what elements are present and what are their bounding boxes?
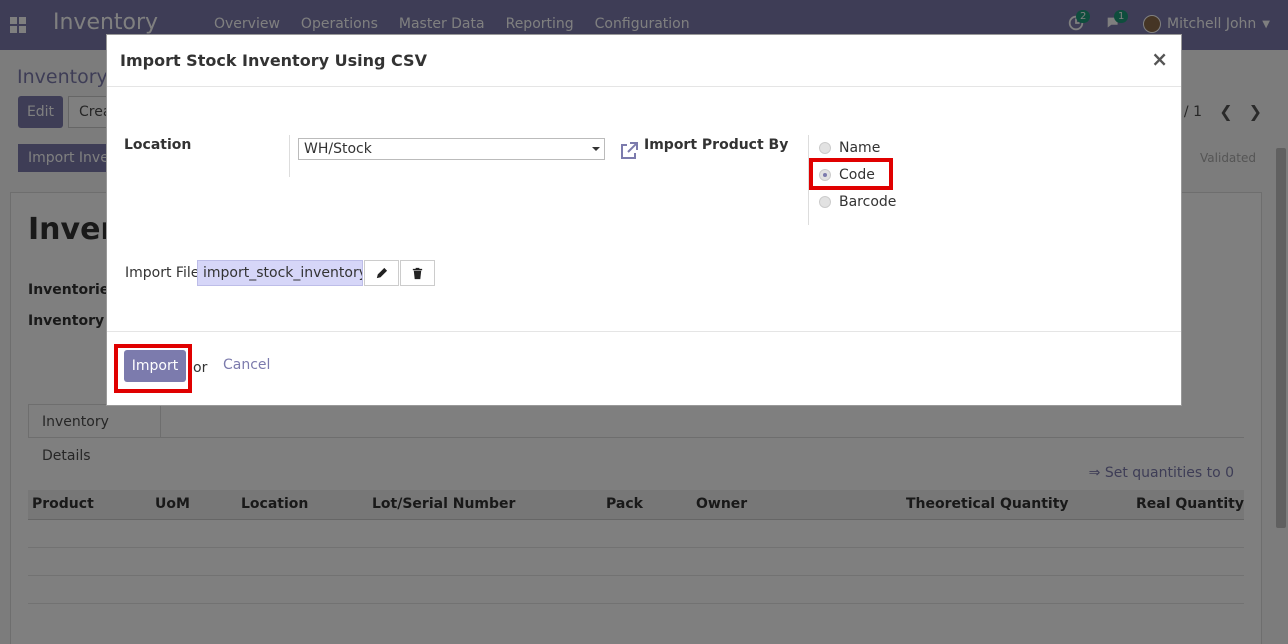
radio-label: Name <box>839 140 881 156</box>
highlight-box <box>114 344 192 393</box>
edit-file-button[interactable] <box>364 260 399 286</box>
caret-down-icon <box>592 147 600 151</box>
radio-button[interactable] <box>819 142 831 154</box>
dialog-title: Import Stock Inventory Using CSV <box>120 51 427 70</box>
dialog-footer-divider <box>107 331 1181 332</box>
cancel-button[interactable]: Cancel <box>223 357 270 373</box>
divider <box>289 135 290 177</box>
location-select[interactable]: WH/Stock <box>298 138 605 160</box>
external-link-icon[interactable] <box>618 140 640 162</box>
dialog-header: Import Stock Inventory Using CSV × <box>107 35 1181 87</box>
highlight-box <box>809 158 893 190</box>
delete-file-button[interactable] <box>400 260 435 286</box>
location-label: Location <box>124 137 192 153</box>
import-file-field[interactable]: import_stock_inventory_v <box>197 260 363 286</box>
close-icon[interactable]: × <box>1151 47 1168 71</box>
or-text: or <box>193 360 208 376</box>
trash-icon <box>412 267 423 279</box>
radio-name[interactable]: Name <box>819 140 880 156</box>
radio-label: Barcode <box>839 194 897 210</box>
radio-barcode[interactable]: Barcode <box>819 194 896 210</box>
location-value: WH/Stock <box>304 141 372 157</box>
import-dialog: Import Stock Inventory Using CSV × Locat… <box>106 34 1182 406</box>
import-file-label: Import File <box>125 265 200 281</box>
radio-button[interactable] <box>819 196 831 208</box>
pencil-icon <box>376 267 388 278</box>
import-product-by-label: Import Product By <box>644 137 789 153</box>
